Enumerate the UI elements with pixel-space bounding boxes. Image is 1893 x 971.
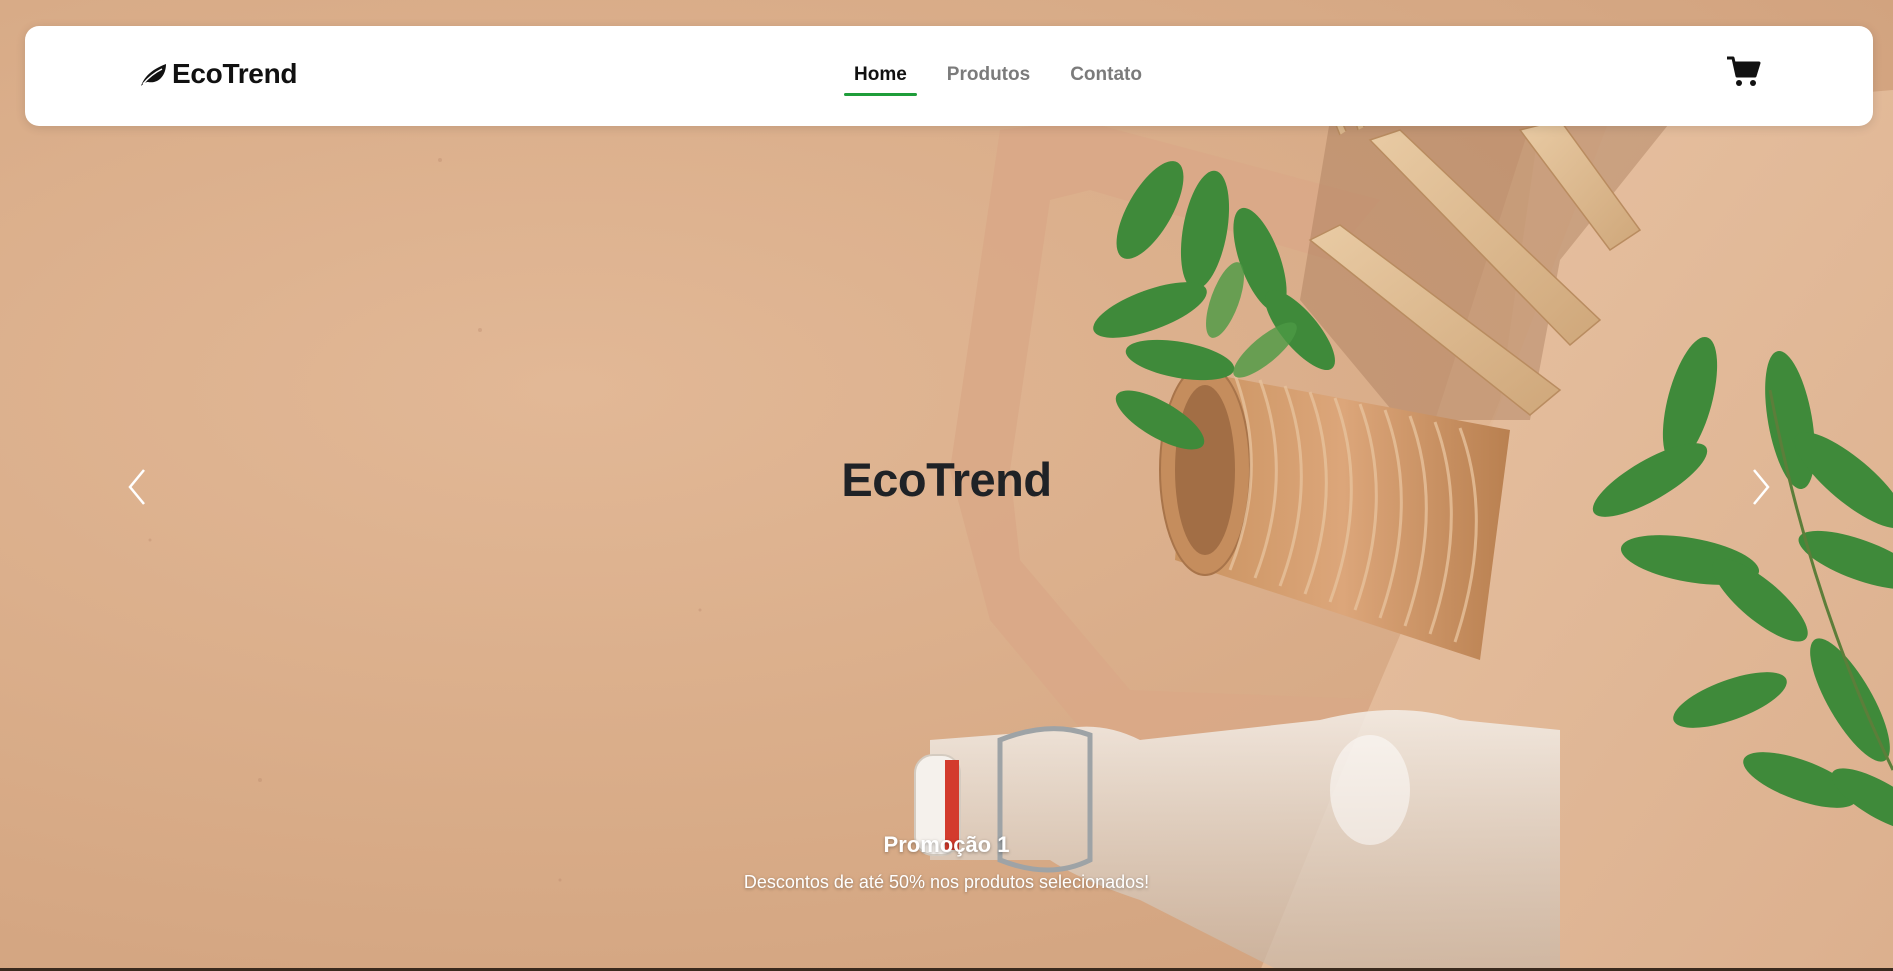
carousel-prev-button[interactable]	[122, 462, 162, 512]
cart-button[interactable]	[1725, 54, 1761, 90]
chevron-right-icon	[1753, 469, 1770, 505]
nav-link-produtos[interactable]: Produtos	[947, 64, 1030, 86]
brand-name: EcoTrend	[172, 58, 298, 89]
slide-title: Promoção 1	[883, 832, 1010, 857]
nav-link-home[interactable]: Home	[844, 64, 917, 96]
carousel-next-button[interactable]	[1736, 462, 1776, 512]
slide-description: Descontos de até 50% nos produtos seleci…	[743, 872, 1150, 892]
carousel-caption: Promoção 1 Descontos de até 50% nos prod…	[0, 832, 1893, 893]
nav-links: Home Produtos Contato	[844, 64, 1142, 96]
nav-link-contato[interactable]: Contato	[1070, 64, 1142, 86]
leaf-icon	[141, 64, 166, 86]
cart-icon	[1727, 56, 1761, 86]
navbar: EcoTrend Home Produtos Contato	[25, 26, 1873, 126]
carousel-title: EcoTrend	[841, 453, 1052, 506]
hero-carousel: EcoTrend Promoção 1 Descontos de até 50%…	[0, 0, 1893, 971]
brand-logo[interactable]: EcoTrend	[138, 58, 297, 90]
chevron-left-icon	[128, 469, 145, 505]
